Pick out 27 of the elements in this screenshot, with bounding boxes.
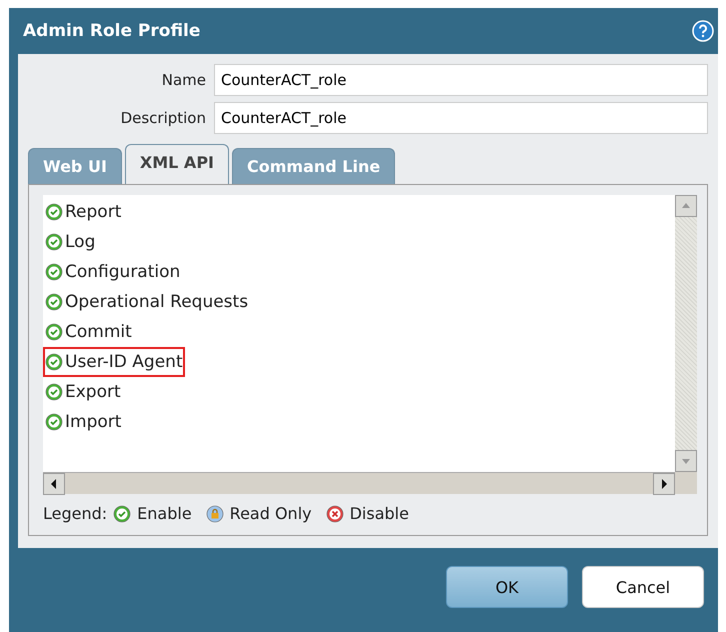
- scrollbar-corner: [675, 472, 697, 494]
- permission-item[interactable]: Operational Requests: [43, 287, 250, 317]
- legend-text: Enable: [137, 504, 192, 523]
- text-field[interactable]: CounterACT_role: [214, 102, 708, 134]
- permission-item[interactable]: Configuration: [43, 257, 182, 287]
- field-label: Description: [120, 109, 206, 127]
- window-title: Admin Role Profile: [23, 21, 200, 41]
- vertical-scrollbar[interactable]: [675, 195, 697, 472]
- help-icon[interactable]: [692, 20, 714, 42]
- permission-item[interactable]: Commit: [43, 317, 134, 347]
- check-icon: [113, 504, 132, 522]
- permission-item[interactable]: Log: [43, 227, 98, 257]
- horizontal-scrollbar[interactable]: [43, 472, 675, 494]
- permission-item[interactable]: Report: [43, 197, 124, 227]
- cancel-button[interactable]: Cancel: [582, 566, 704, 608]
- permission-item[interactable]: Export: [43, 377, 123, 407]
- tab[interactable]: XML API: [124, 144, 229, 184]
- ok-button[interactable]: OK: [446, 566, 568, 608]
- cross-icon: [326, 504, 344, 522]
- field-label: Name: [160, 71, 206, 89]
- legend-text: Disable: [350, 504, 409, 523]
- legend-text: Read Only: [230, 504, 312, 523]
- text-field[interactable]: CounterACT_role: [214, 64, 708, 96]
- permission-item[interactable]: User-ID Agent: [43, 347, 185, 377]
- permission-item[interactable]: Import: [43, 407, 124, 437]
- lock-icon: [206, 504, 224, 522]
- legend-label: Legend:: [43, 504, 108, 523]
